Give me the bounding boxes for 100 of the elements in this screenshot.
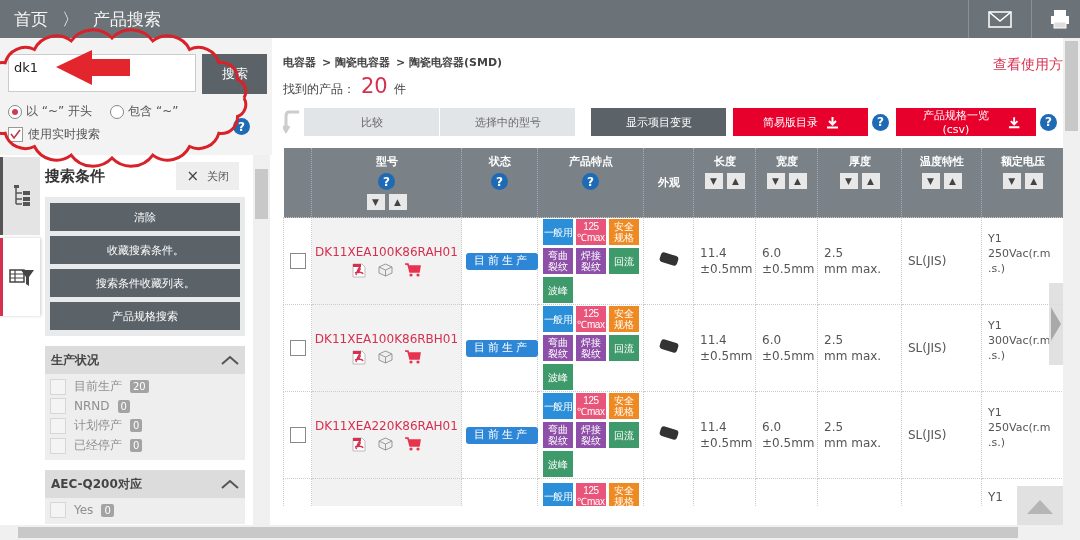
sort-button[interactable]: ▼ [766, 173, 785, 189]
option-label: NRND [74, 399, 110, 413]
download-button[interactable]: 产品规格一览(csv) [896, 108, 1036, 136]
next-page-button[interactable] [1049, 283, 1063, 365]
sort-button[interactable]: ▼ [839, 173, 858, 189]
column-header: 额定电压 [1000, 154, 1045, 169]
radio-label: 以 “~” 开头 [26, 103, 93, 120]
feature-badge: 波峰 [543, 364, 573, 390]
radio-button[interactable] [110, 104, 125, 119]
filter-header[interactable]: 生产状况 [45, 346, 245, 374]
usage-link[interactable]: 查看使用方 [993, 56, 1063, 74]
results-unit: 件 [393, 81, 406, 98]
table-cell: 2.5 mm max. [824, 419, 882, 450]
feature-badge: 弯曲裂纹 [543, 422, 573, 448]
option-label: 目前生产 [74, 378, 122, 395]
sort-button[interactable]: ▼ [704, 173, 723, 189]
option-label: 计划停产 [74, 417, 122, 434]
radio-option[interactable]: 以 “~” 开头 [8, 103, 93, 120]
action-button[interactable]: 搜索条件收藏列表。 [50, 269, 240, 297]
status-badge: 目前生产 [466, 427, 538, 444]
radio-option[interactable]: 包含 “~” [110, 103, 179, 120]
count-badge: 0 [101, 503, 114, 517]
feature-badge: 一般用 [543, 219, 573, 245]
action-button[interactable]: 清除 [50, 203, 240, 231]
help-button[interactable]: ? [1040, 113, 1057, 131]
part-number-link[interactable]: DK11XEA100K86RBH01 [314, 332, 459, 347]
table-cell: 6.0 ±0.5mm [762, 332, 815, 363]
part-number-link[interactable]: DK11XEA220K86RAH01 [315, 419, 458, 434]
row-checkbox[interactable] [290, 340, 306, 356]
scrollbar-thumb[interactable] [255, 169, 268, 219]
help-button[interactable]: ? [378, 173, 395, 190]
panel-title: 搜索条件 [45, 166, 105, 186]
breadcrumb-link[interactable]: 电容器 [283, 54, 316, 70]
filter-header[interactable]: AEC-Q200对应 [45, 470, 245, 498]
count-badge: 0 [117, 399, 130, 413]
row-checkbox[interactable] [290, 427, 306, 443]
table-cell: 11.4 ±0.5mm [700, 332, 753, 363]
cube-icon [378, 349, 393, 364]
compare-button[interactable]: 比较 [304, 108, 439, 136]
cart-icon [405, 349, 421, 364]
scrollbar-thumb[interactable] [18, 527, 1018, 538]
help-button[interactable]: ? [872, 113, 889, 131]
feature-badge: 波峰 [543, 277, 573, 303]
status-badge: 目前生产 [466, 340, 538, 357]
table-cell: Y1 250Vac(r.m .s.) [988, 232, 1051, 275]
help-button[interactable]: ? [582, 173, 599, 190]
action-button[interactable]: 产品规格搜索 [50, 302, 240, 330]
feature-badge: 回流 [609, 248, 639, 274]
close-button[interactable]: × 关闭 [176, 162, 239, 190]
sort-button[interactable]: ▼ [1002, 173, 1021, 189]
return-arrow-icon [283, 110, 301, 134]
cart-icon [405, 436, 421, 451]
sort-button[interactable]: ▼ [921, 173, 940, 189]
feature-badge: 安全规格 [609, 306, 639, 332]
selected-models-button[interactable]: 选择中的型号 [440, 108, 575, 136]
table-cell: Y1 [988, 490, 1003, 504]
sort-button[interactable]: ▼ [366, 194, 385, 210]
breadcrumb-link[interactable]: > 陶瓷电容器 [322, 54, 391, 70]
printer-icon [1050, 9, 1070, 29]
help-button[interactable]: ? [491, 173, 508, 190]
feature-badge: 安全规格 [609, 393, 639, 419]
filter-title: 生产状况 [51, 351, 99, 369]
feature-badge: 一般用 [543, 393, 573, 419]
breadcrumb-link[interactable]: > 陶瓷电容器(SMD) [396, 54, 503, 70]
filter-title: AEC-Q200对应 [51, 475, 142, 493]
table-cell: 11.4 ±0.5mm [700, 245, 753, 276]
feature-badge: 一般用 [543, 306, 573, 332]
column-header: 外观 [657, 174, 680, 190]
feature-badge: 125 ℃max [576, 219, 606, 245]
feature-badge: 安全规格 [609, 483, 639, 506]
table-cell: 2.5 mm max. [824, 332, 882, 363]
sidebar-tab[interactable] [0, 238, 40, 316]
row-checkbox[interactable] [290, 253, 306, 269]
status-badge: 目前生产 [466, 253, 538, 270]
display-settings-button[interactable]: 显示项目变更 [591, 108, 726, 136]
action-button[interactable]: 收藏搜索条件。 [50, 236, 240, 264]
table-cell: 11.4 ±0.5mm [700, 419, 753, 450]
results-count: 20 [361, 74, 388, 98]
table-cell: Y1 300Vac(r.m .s.) [988, 319, 1051, 362]
feature-badge: 焊接裂纹 [576, 422, 606, 448]
checkbox-label: 使用实时搜索 [28, 126, 100, 143]
scrollbar-thumb[interactable] [1065, 41, 1078, 131]
checkbox[interactable] [8, 127, 23, 142]
download-button[interactable]: 简易版目录 [733, 108, 868, 136]
sidebar-tab[interactable] [0, 157, 40, 235]
home-link[interactable]: 首页 [14, 7, 48, 31]
sort-button[interactable]: ▲ [788, 173, 807, 189]
sort-button[interactable]: ▲ [726, 173, 745, 189]
results-label: 找到的产品： [283, 81, 355, 98]
column-header: 温度特性 [919, 154, 964, 169]
radio-button[interactable] [8, 104, 22, 119]
sort-button[interactable]: ▲ [943, 173, 962, 189]
part-number-link[interactable]: DK11XEA100K86RAH01 [315, 245, 458, 260]
option-label: Yes [74, 503, 94, 517]
feature-badge: 弯曲裂纹 [543, 248, 573, 274]
sort-button[interactable]: ▲ [861, 173, 880, 189]
table-cell: 6.0 ±0.5mm [762, 245, 815, 276]
feature-badge: 弯曲裂纹 [543, 335, 573, 361]
sort-button[interactable]: ▲ [1024, 173, 1043, 189]
sort-button[interactable]: ▲ [388, 194, 407, 210]
